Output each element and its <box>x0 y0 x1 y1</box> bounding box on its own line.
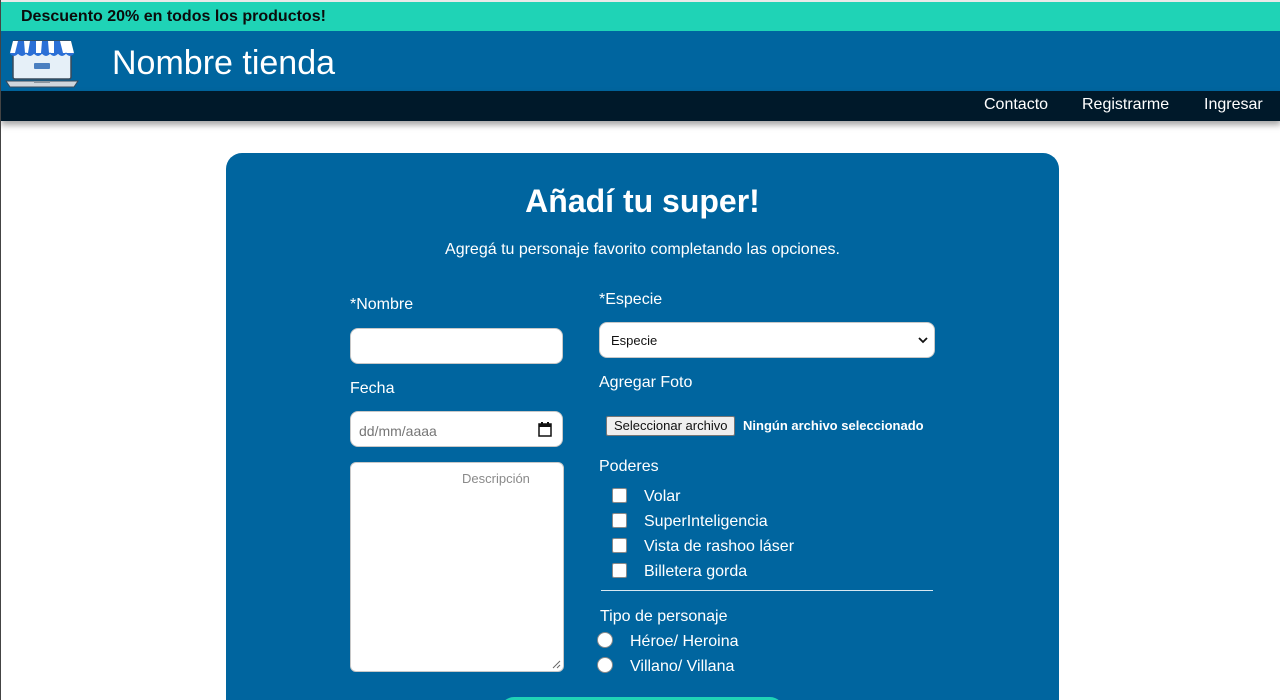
page: Descuento 20% en todos los productos! No… <box>0 0 1280 700</box>
checkbox-volar[interactable] <box>612 488 627 503</box>
calendar-icon[interactable] <box>538 422 552 437</box>
especie-selected: Especie <box>611 333 658 348</box>
descripcion-textarea[interactable]: Descripción <box>350 462 564 672</box>
form-subtitle: Agregá tu personaje favorito completando… <box>445 241 840 258</box>
resize-handle-icon[interactable] <box>552 660 561 669</box>
especie-select[interactable]: Especie <box>599 322 935 358</box>
poder-label-billetera-gorda: Billetera gorda <box>644 563 748 580</box>
fecha-placeholder: dd/mm/aaaa <box>359 423 437 439</box>
fecha-label: Fecha <box>350 380 395 397</box>
checkbox-vista-laser[interactable] <box>612 538 627 553</box>
nav-registrarme[interactable]: Registrarme <box>1082 96 1169 114</box>
radio-villano[interactable] <box>597 657 613 673</box>
poder-label-vista-laser: Vista de rashoo láser <box>644 538 795 555</box>
header: Nombre tienda <box>1 31 1280 91</box>
poder-label-volar: Volar <box>644 488 681 505</box>
foto-label: Agregar Foto <box>599 374 693 391</box>
store-name: Nombre tienda <box>112 44 336 82</box>
nombre-input[interactable] <box>350 328 563 364</box>
tipo-label: Tipo de personaje <box>600 608 728 625</box>
top-nav: Contacto Registrarme Ingresar <box>1 91 1280 121</box>
poder-label-superinteligencia: SuperInteligencia <box>644 513 768 530</box>
file-select-button[interactable]: Seleccionar archivo <box>606 416 736 436</box>
especie-label: *Especie <box>599 291 663 308</box>
promo-text: Descuento 20% en todos los productos! <box>21 8 326 25</box>
divider <box>601 590 933 591</box>
promo-bar: Descuento 20% en todos los productos! <box>1 0 1280 31</box>
nav-contacto[interactable]: Contacto <box>984 96 1048 114</box>
add-super-form: Añadí tu super! Agregá tu personaje favo… <box>226 153 1059 700</box>
nombre-label: *Nombre <box>350 296 414 313</box>
fecha-input[interactable]: dd/mm/aaaa <box>350 411 563 447</box>
checkbox-billetera-gorda[interactable] <box>612 563 627 578</box>
descripcion-placeholder: Descripción <box>462 471 530 486</box>
poderes-label: Poderes <box>599 458 659 475</box>
nav-ingresar[interactable]: Ingresar <box>1204 96 1263 114</box>
form-title: Añadí tu super! <box>525 183 760 219</box>
checkbox-superinteligencia[interactable] <box>612 513 627 528</box>
radio-heroe[interactable] <box>597 632 613 648</box>
file-status: Ningún archivo seleccionado <box>743 418 924 433</box>
tipo-label-villano: Villano/ Villana <box>630 658 735 675</box>
chevron-down-icon <box>918 337 928 344</box>
tipo-label-heroe: Héroe/ Heroina <box>630 633 739 650</box>
store-laptop-icon[interactable] <box>4 35 80 89</box>
